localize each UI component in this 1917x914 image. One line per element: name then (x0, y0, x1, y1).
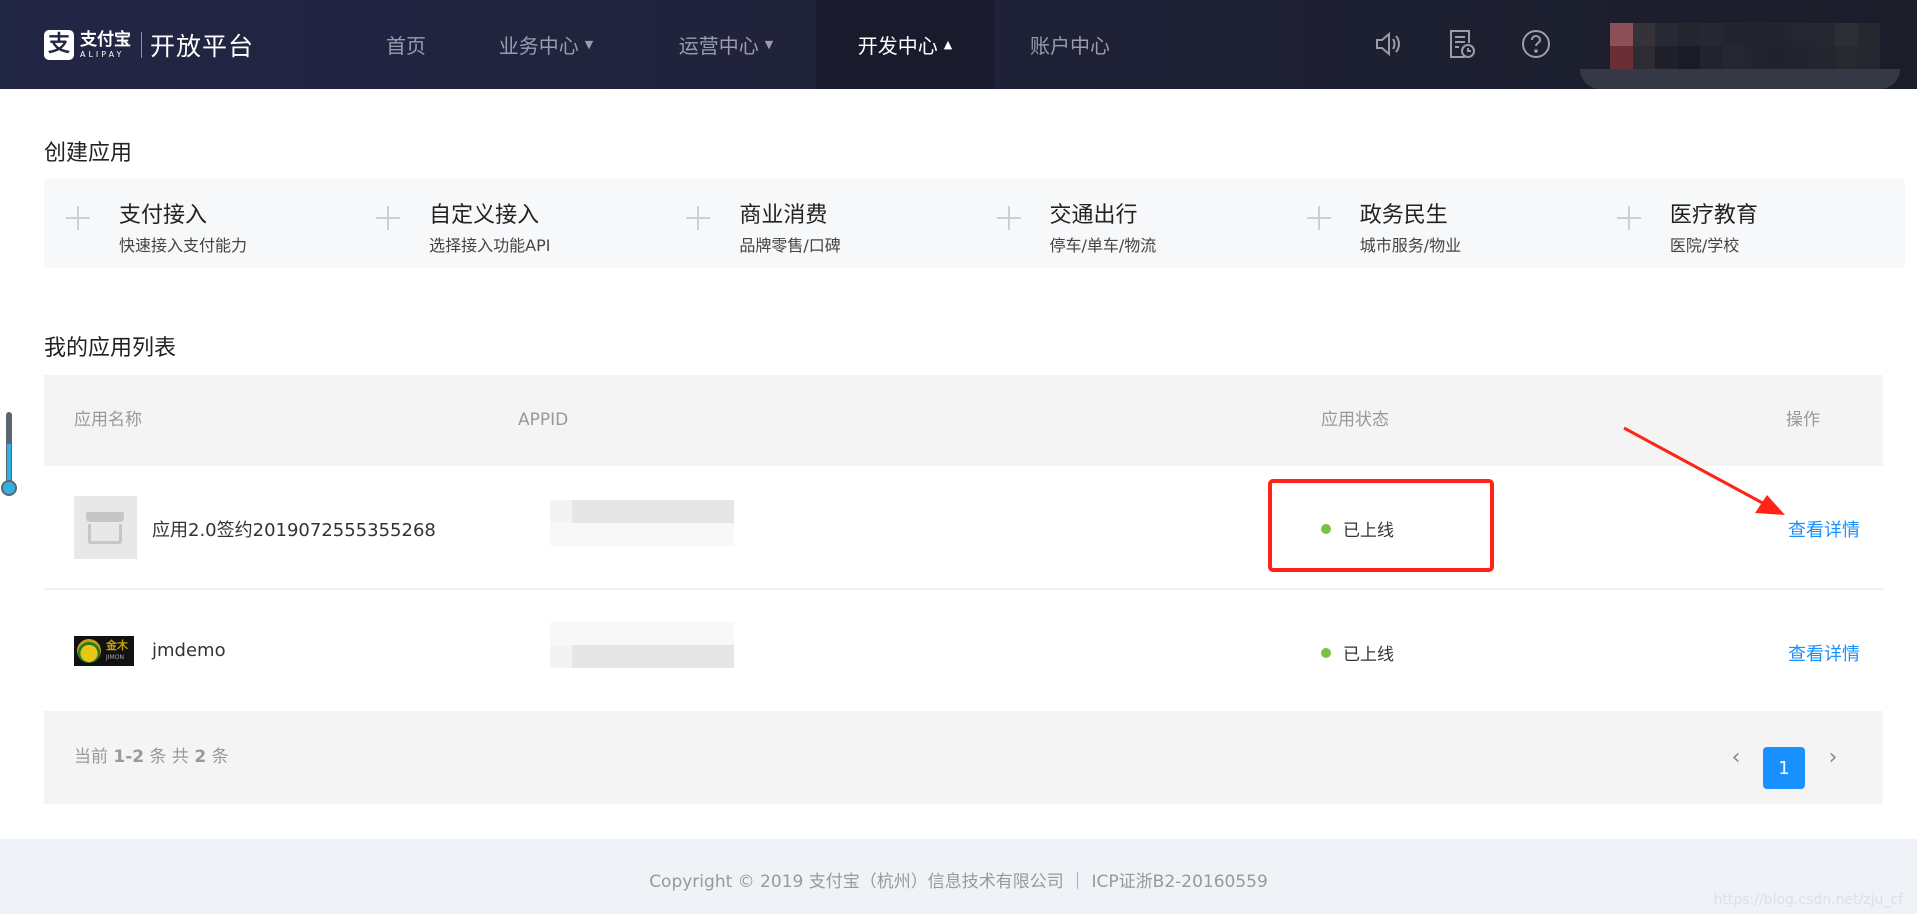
caret-down-icon: ▼ (764, 38, 774, 51)
page-button-current[interactable]: 1 (1763, 747, 1805, 789)
alipay-logo-mark-icon: 支 (44, 30, 74, 60)
logo-subtext: JIMON (106, 654, 124, 661)
nav-item-label: 首页 (386, 34, 426, 58)
document-clock-icon[interactable] (1444, 24, 1480, 64)
create-card-commerce[interactable]: 商业消费 品牌零售/口碑 (664, 178, 974, 268)
logo-divider (141, 32, 142, 58)
view-details-link[interactable]: 查看详情 (1788, 640, 1860, 666)
column-header-actions: 操作 (1786, 410, 1820, 430)
status-dot-icon (1321, 647, 1331, 658)
logo-brand-en: ALIPAY (80, 49, 125, 59)
plus-icon (66, 206, 90, 230)
store-icon (74, 496, 137, 559)
column-header-app-name: 应用名称 (74, 410, 142, 430)
nav-item-developer-center[interactable]: 开发中心 ▲ (816, 0, 994, 89)
caret-down-icon: ▼ (584, 38, 594, 51)
top-navigation-bar: 支 支付宝 ALIPAY 开放平台 首页 业务中心 ▼ 运营中心 ▼ 开发中心 … (0, 0, 1917, 89)
plus-icon (686, 206, 711, 230)
card-subtitle: 快速接入支付能力 (119, 236, 248, 255)
apps-table: 应用名称 APPID 应用状态 操作 应用2.0签约20190725553552… (44, 375, 1883, 710)
chevron-right-icon: › (1828, 744, 1838, 770)
appid-redacted (550, 622, 734, 668)
card-subtitle: 品牌零售/口碑 (739, 236, 841, 255)
nav-item-label: 开发中心 (857, 34, 938, 58)
chevron-left-icon: ‹ (1731, 744, 1741, 770)
annotation-arrow-icon (1623, 426, 1785, 515)
plus-icon (996, 206, 1021, 230)
jimon-logo-icon: 金木 JIMON (74, 636, 134, 666)
nav-item-operations-center[interactable]: 运营中心 ▼ (636, 0, 816, 89)
appid-redacted (550, 500, 734, 546)
app-name: 应用2.0签约2019072555355268 (152, 520, 436, 541)
nav-item-business-center[interactable]: 业务中心 ▼ (456, 0, 636, 89)
logo-text: 金木 (106, 639, 128, 652)
create-card-transport[interactable]: 交通出行 停车/单车/物流 (975, 178, 1285, 268)
alipay-logo[interactable]: 支 支付宝 ALIPAY 开放平台 (44, 28, 254, 62)
plus-icon (1616, 206, 1641, 230)
nav-item-label: 运营中心 (678, 34, 759, 58)
copyright-text: Copyright © 2019 支付宝（杭州）信息技术有限公司 ｜ ICP证浙… (649, 872, 1268, 892)
card-subtitle: 医院/学校 (1669, 236, 1740, 255)
table-header: 应用名称 APPID 应用状态 操作 (44, 375, 1883, 466)
pagination-summary: 当前 1-2 条 共 2 条 (74, 711, 229, 804)
main-nav: 首页 业务中心 ▼ 运营中心 ▼ 开发中心 ▲ 账户中心 (356, 0, 1146, 89)
platform-title: 开放平台 (150, 32, 255, 61)
nav-item-account-center[interactable]: 账户中心 (994, 0, 1146, 89)
create-card-medical-education[interactable]: 医疗教育 医院/学校 (1595, 178, 1905, 268)
status-text: 已上线 (1343, 645, 1394, 665)
create-card-custom[interactable]: 自定义接入 选择接入功能API (354, 178, 664, 268)
view-details-link[interactable]: 查看详情 (1788, 516, 1860, 542)
nav-item-label: 业务中心 (498, 34, 579, 58)
speaker-icon[interactable] (1370, 24, 1406, 64)
summary-suffix: 条 (211, 747, 229, 767)
annotation-highlight-box (1268, 479, 1494, 572)
card-title: 医疗教育 (1669, 203, 1758, 228)
logo-brand-cn: 支付宝 (80, 29, 131, 50)
create-app-cards: 支付接入 快速接入支付能力 自定义接入 选择接入功能API 商业消费 品牌零售/… (44, 178, 1905, 268)
watermark-text: https://blog.csdn.net/zju_cf (1713, 892, 1904, 908)
nav-item-label: 账户中心 (1030, 34, 1110, 58)
header-icons (1370, 24, 1554, 64)
card-title: 政务民生 (1359, 203, 1448, 228)
table-row: 金木 JIMON jmdemo 已上线 查看详情 (44, 590, 1883, 710)
create-card-payment[interactable]: 支付接入 快速接入支付能力 (44, 178, 354, 268)
help-icon[interactable] (1518, 24, 1554, 64)
card-title: 支付接入 (119, 203, 208, 228)
card-title: 交通出行 (1049, 203, 1138, 228)
user-account-menu[interactable] (1610, 23, 1880, 69)
create-app-heading: 创建应用 (44, 141, 133, 166)
status-badge: 已上线 (1321, 640, 1394, 665)
column-header-appid: APPID (518, 410, 569, 430)
caret-up-icon: ▲ (943, 38, 953, 51)
next-page-button[interactable]: › (1818, 742, 1848, 772)
card-title: 自定义接入 (429, 203, 540, 228)
app-name: jmdemo (152, 640, 226, 661)
card-title: 商业消费 (739, 203, 828, 228)
summary-mid: 条 共 (149, 747, 189, 767)
thermometer-widget-icon[interactable] (1, 412, 17, 496)
column-header-status: 应用状态 (1321, 410, 1389, 430)
summary-total: 2 (194, 747, 207, 767)
create-card-government[interactable]: 政务民生 城市服务/物业 (1285, 178, 1595, 268)
user-menu-shadow (1580, 69, 1900, 89)
table-row: 应用2.0签约2019072555355268 已上线 查看详情 (44, 466, 1883, 590)
footer: Copyright © 2019 支付宝（杭州）信息技术有限公司 ｜ ICP证浙… (0, 839, 1917, 914)
summary-range: 1-2 (113, 747, 145, 767)
my-apps-heading: 我的应用列表 (44, 336, 177, 361)
nav-item-home[interactable]: 首页 (356, 0, 456, 89)
thermometer-bulb (1, 480, 17, 496)
pagination-bar: 当前 1-2 条 共 2 条 ‹ 1 › (44, 711, 1883, 804)
card-subtitle: 选择接入功能API (429, 236, 551, 255)
card-subtitle: 停车/单车/物流 (1049, 236, 1157, 255)
prev-page-button[interactable]: ‹ (1721, 742, 1751, 772)
summary-prefix: 当前 (74, 747, 108, 767)
logo-brand: 支付宝 ALIPAY (80, 29, 131, 59)
plus-icon (376, 206, 401, 230)
plus-icon (1306, 206, 1331, 230)
card-subtitle: 城市服务/物业 (1359, 236, 1462, 255)
